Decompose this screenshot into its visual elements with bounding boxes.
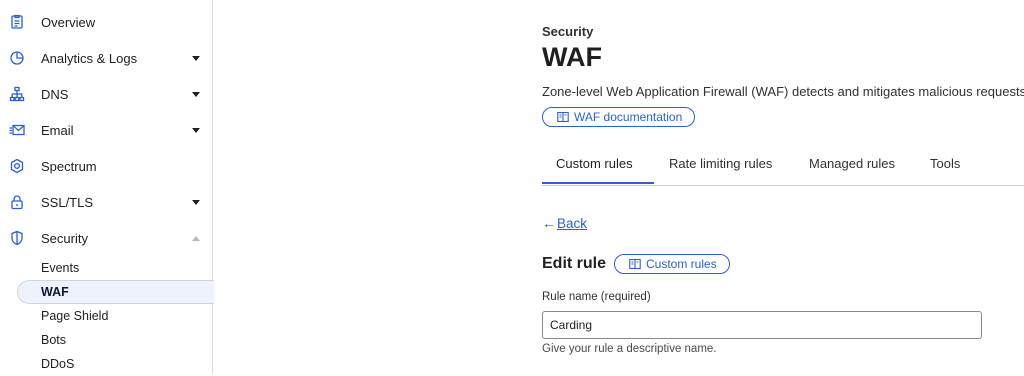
sidebar-subitem-label: Bots xyxy=(41,333,67,347)
edit-rule-title: Edit rule xyxy=(542,255,607,272)
page-description: Zone-level Web Application Firewall (WAF… xyxy=(542,84,1024,99)
tab-rate-limiting-rules[interactable]: Rate limiting rules xyxy=(669,156,772,171)
sidebar-item-spectrum[interactable]: Spectrum xyxy=(0,148,212,184)
sidebar-subitem-waf[interactable]: WAF xyxy=(0,280,214,304)
main-content: Security WAF Zone-level Web Application … xyxy=(213,0,1024,374)
shield-icon xyxy=(9,230,25,246)
back-label: Back xyxy=(557,215,588,231)
sidebar-item-dns[interactable]: DNS xyxy=(0,76,212,112)
sidebar-item-email[interactable]: Email xyxy=(0,112,212,148)
rule-name-help: Give your rule a descriptive name. xyxy=(542,343,717,355)
page-title: WAF xyxy=(542,42,602,72)
rule-name-label: Rule name (required) xyxy=(542,291,651,303)
sidebar-item-ssl-tls[interactable]: SSL/TLS xyxy=(0,184,212,220)
tab-bar: Custom rules Rate limiting rules Managed… xyxy=(542,150,1024,186)
spectrum-icon xyxy=(9,158,25,174)
sidebar-subitem-label: Page Shield xyxy=(41,309,109,323)
chevron-down-icon[interactable] xyxy=(192,127,200,133)
tab-tools[interactable]: Tools xyxy=(930,156,960,171)
sidebar-item-security[interactable]: Security xyxy=(0,220,212,256)
overview-icon xyxy=(9,14,25,30)
lock-icon xyxy=(9,194,25,210)
back-link[interactable]: ← Back xyxy=(542,215,587,231)
sidebar-item-label: Email xyxy=(41,122,74,138)
sidebar-item-analytics[interactable]: Analytics & Logs xyxy=(0,40,212,76)
email-icon xyxy=(9,122,25,138)
sidebar-subitem-label: WAF xyxy=(41,285,69,299)
sidebar: Overview Analytics & Logs DNS Email Spec… xyxy=(0,0,214,376)
dns-icon xyxy=(9,86,25,102)
tab-custom-rules[interactable]: Custom rules xyxy=(556,156,633,171)
chevron-down-icon[interactable] xyxy=(192,91,200,97)
book-icon xyxy=(629,258,641,270)
chevron-down-icon[interactable] xyxy=(192,55,200,61)
chevron-up-icon[interactable] xyxy=(192,235,200,241)
tab-managed-rules[interactable]: Managed rules xyxy=(809,156,895,171)
sidebar-item-label: Analytics & Logs xyxy=(41,50,138,66)
sidebar-subitem-label: DDoS xyxy=(41,357,75,371)
waf-documentation-label: WAF documentation xyxy=(574,110,683,124)
arrow-left-icon: ← xyxy=(542,215,556,231)
sidebar-item-label: DNS xyxy=(41,86,69,102)
book-icon xyxy=(557,111,569,123)
breadcrumb: Security xyxy=(542,24,594,39)
custom-rules-docs-label: Custom rules xyxy=(646,257,717,271)
sidebar-subitem-label: Events xyxy=(41,261,80,275)
sidebar-item-label: SSL/TLS xyxy=(41,194,94,210)
sidebar-item-label: Spectrum xyxy=(41,158,97,174)
sidebar-subitem-ddos[interactable]: DDoS xyxy=(0,352,212,376)
sidebar-subitem-page-shield[interactable]: Page Shield xyxy=(0,304,212,328)
sidebar-subitem-events[interactable]: Events xyxy=(0,256,212,280)
sidebar-item-overview[interactable]: Overview xyxy=(0,4,212,40)
sidebar-subitem-bots[interactable]: Bots xyxy=(0,328,212,352)
analytics-icon xyxy=(9,50,25,66)
sidebar-item-label: Overview xyxy=(41,14,96,30)
sidebar-item-label: Security xyxy=(41,230,88,246)
active-tab-indicator xyxy=(542,182,654,184)
rule-name-input[interactable] xyxy=(542,311,982,339)
chevron-down-icon[interactable] xyxy=(192,199,200,205)
custom-rules-docs-link[interactable]: Custom rules xyxy=(614,254,730,274)
waf-documentation-link[interactable]: WAF documentation xyxy=(542,107,696,127)
